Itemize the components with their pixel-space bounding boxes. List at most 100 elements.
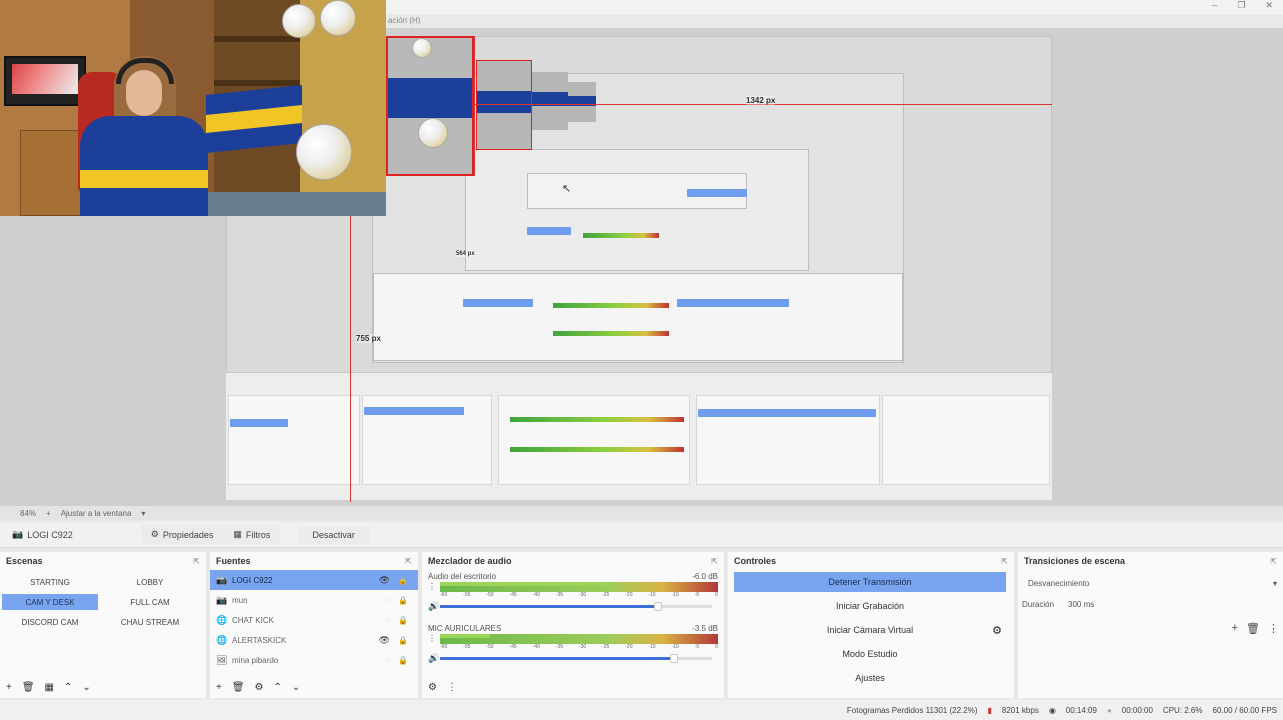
audio-mixer-dock: Mezclador de audio ⇱ Audio del escritori…	[422, 552, 726, 698]
deactivate-button[interactable]: Desactivar	[298, 525, 369, 544]
gear-icon[interactable]: ⚙	[992, 624, 1002, 637]
volume-knob[interactable]	[669, 653, 678, 663]
properties-button[interactable]: ⚙ Propiedades	[140, 525, 224, 544]
volume-knob[interactable]	[653, 601, 662, 611]
chevron-up-icon[interactable]: ⌃	[274, 682, 282, 693]
zoom-dropdown-icon[interactable]: ▾	[141, 509, 145, 518]
current-source: 📷 LOGI C922	[4, 526, 81, 543]
scene-cam-y-desk[interactable]: CAM Y DESK	[2, 594, 98, 610]
scenes-footer: + 🗑 ▦ ⌃ ⌄	[0, 676, 206, 698]
chevron-down-icon[interactable]: ⌄	[82, 682, 90, 693]
fps: 60.00 / 60.00 FPS	[1212, 705, 1278, 715]
wc-shirt-stripe	[80, 170, 208, 188]
dock-undock-icon[interactable]: ⇱	[405, 557, 412, 566]
speaker-icon[interactable]: 🔊	[428, 601, 440, 612]
advanced-audio-icon[interactable]: ⚙	[428, 682, 437, 693]
chevron-up-icon[interactable]: ⌃	[64, 682, 72, 693]
tick: -30	[578, 644, 587, 650]
zoom-level[interactable]: 84%	[20, 509, 36, 518]
trash-icon[interactable]: 🗑	[1246, 622, 1260, 635]
lock-icon[interactable]: 🔒	[398, 616, 408, 625]
dock-undock-icon[interactable]: ⇱	[1270, 557, 1277, 566]
source-row-mun[interactable]: 📷 mun ◌ 🔒	[210, 590, 418, 610]
wc-flag	[206, 84, 302, 154]
minimize-button[interactable]: –	[1212, 0, 1217, 11]
tick: -20	[625, 592, 633, 598]
filters-button[interactable]: ▦ Filtros	[223, 525, 281, 544]
transition-select[interactable]: Desvanecimiento ▾	[1024, 574, 1277, 592]
transitions-title: Transiciones de escena	[1024, 556, 1126, 566]
camera-icon: 📷	[216, 574, 228, 585]
volume-slider[interactable]	[440, 653, 712, 663]
kebab-menu-icon[interactable]: ⋮	[1268, 622, 1279, 635]
hidden-eye-icon[interactable]: ◌	[385, 595, 390, 605]
stop-streaming-button[interactable]: Detener Transmisión	[734, 572, 1006, 592]
window-controls: – ❐ ✕	[1212, 0, 1273, 11]
mouse-cursor-icon: ↖	[562, 183, 572, 195]
scene-starting[interactable]: STARTING	[2, 574, 98, 590]
source-row-chat-kick[interactable]: 🌐 CHAT KICK ◌ 🔒	[210, 610, 418, 630]
trash-icon[interactable]: 🗑	[232, 682, 245, 693]
add-source-icon[interactable]: +	[216, 682, 222, 693]
meter-ticks: -60 -55 -50 -45 -40 -35 -30 -25 -20 -15 -10 -5 0	[440, 592, 718, 600]
lock-icon[interactable]: 🔒	[398, 596, 408, 605]
maximize-button[interactable]: ❐	[1237, 0, 1245, 11]
scene-chau-stream[interactable]: CHAU STREAM	[102, 614, 198, 630]
record-time: 00:00:00	[1121, 705, 1153, 715]
scene-lobby[interactable]: LOBBY	[102, 574, 198, 590]
source-row-alertaskick[interactable]: 🌐 ALERTASKICK 👁 🔒	[210, 630, 418, 650]
kebab-menu-icon[interactable]: ⋮	[428, 634, 436, 643]
trash-icon[interactable]: 🗑	[22, 682, 35, 693]
lock-icon[interactable]: 🔒	[398, 656, 408, 665]
nested-scene-active	[230, 419, 288, 427]
lock-icon[interactable]: 🔒	[398, 636, 408, 645]
nested-window-2	[465, 149, 809, 271]
studio-mode-button[interactable]: Modo Estudio	[734, 644, 1006, 664]
dock-undock-icon[interactable]: ⇱	[193, 557, 200, 566]
volume-slider-row: 🔊	[428, 600, 718, 612]
cpu-usage: CPU: 2.6%	[1162, 705, 1203, 715]
scene-discord-cam[interactable]: DISCORD CAM	[2, 614, 98, 630]
volume-fill	[440, 604, 658, 608]
dock-undock-icon[interactable]: ⇱	[1001, 557, 1008, 566]
scenes-dock: Escenas ⇱ STARTING LOBBY CAM Y DESK FULL…	[0, 552, 208, 698]
mirror-guide-line	[474, 36, 475, 176]
virtual-camera-button[interactable]: Iniciar Cámara Virtual ⚙	[734, 620, 1006, 640]
duration-input[interactable]: 300 ms	[1068, 600, 1094, 609]
kebab-menu-icon[interactable]: ⋮	[447, 682, 457, 693]
tick: -5	[694, 592, 700, 598]
unlock-icon[interactable]: 🔓	[398, 576, 408, 585]
zoom-bar: 84% + Ajustar a la ventana ▾	[0, 506, 1283, 520]
add-transition-icon[interactable]: +	[1232, 622, 1238, 635]
tick: -35	[555, 644, 564, 650]
settings-button[interactable]: Ajustes	[734, 668, 1006, 688]
source-row-mina-pibardo[interactable]: 🖼 mina pibardo ◌ 🔒	[210, 650, 418, 670]
dock-undock-icon[interactable]: ⇱	[711, 557, 718, 566]
transition-selected: Desvanecimiento	[1028, 578, 1090, 588]
close-button[interactable]: ✕	[1265, 0, 1273, 11]
start-recording-button[interactable]: Iniciar Grabación	[734, 596, 1006, 616]
visibility-eye-icon[interactable]: 👁	[379, 575, 390, 586]
volume-fill	[440, 656, 674, 660]
add-scene-icon[interactable]: +	[6, 682, 12, 693]
zoom-plus-icon[interactable]: +	[46, 509, 51, 518]
zoom-fit-label[interactable]: Ajustar a la ventana	[61, 509, 132, 518]
nested-accent-4	[527, 227, 571, 235]
hidden-eye-icon[interactable]: ◌	[385, 655, 390, 665]
gear-icon[interactable]: ⚙	[255, 682, 264, 693]
volume-slider[interactable]	[440, 601, 712, 611]
speaker-icon[interactable]: 🔊	[428, 653, 440, 664]
chevron-down-icon[interactable]: ⌄	[292, 682, 300, 693]
scenes-dock-title: Escenas ⇱	[0, 552, 206, 570]
filter-icon[interactable]: ▦	[45, 682, 54, 693]
transition-tools: + 🗑 ⋮	[1232, 622, 1279, 635]
tick: -30	[578, 592, 587, 598]
tick: 0	[715, 644, 718, 650]
source-row-logi-c922[interactable]: 📷 LOGI C922 👁 🔓	[210, 570, 418, 590]
track-header: Audio del escritorio -6.0 dB	[428, 570, 718, 582]
scene-full-cam[interactable]: FULL CAM	[102, 594, 198, 610]
mirror-strip-3	[568, 82, 596, 122]
hidden-eye-icon[interactable]: ◌	[385, 615, 390, 625]
kebab-menu-icon[interactable]: ⋮	[428, 582, 436, 591]
visibility-eye-icon[interactable]: 👁	[379, 635, 390, 646]
